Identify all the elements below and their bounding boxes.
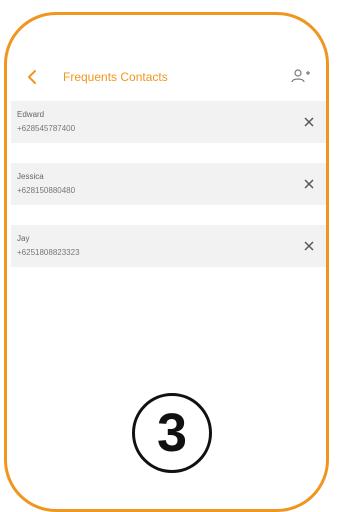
close-icon xyxy=(304,179,314,189)
app-header: Frequents Contacts xyxy=(7,65,326,91)
close-icon xyxy=(304,117,314,127)
contact-phone: +628150880480 xyxy=(17,186,76,195)
add-contact-button[interactable] xyxy=(290,67,312,87)
contact-row[interactable]: Jessica +628150880480 xyxy=(11,163,326,205)
remove-contact-button[interactable] xyxy=(301,114,317,130)
chevron-left-icon xyxy=(28,70,36,84)
contact-row[interactable]: Jay +6251808823323 xyxy=(11,225,326,267)
remove-contact-button[interactable] xyxy=(301,176,317,192)
back-button[interactable] xyxy=(23,67,43,87)
contact-phone: +628545787400 xyxy=(17,124,76,133)
page-title: Frequents Contacts xyxy=(63,70,168,84)
contact-name: Edward xyxy=(17,110,45,119)
contact-name: Jessica xyxy=(17,172,44,181)
contact-row[interactable]: Edward +628545787400 xyxy=(11,101,326,143)
contact-phone: +6251808823323 xyxy=(17,248,80,257)
step-number-badge: 3 xyxy=(132,393,212,473)
contact-list: Edward +628545787400 Jessica +6281508804… xyxy=(11,101,326,287)
add-person-icon xyxy=(291,69,310,83)
remove-contact-button[interactable] xyxy=(301,238,317,254)
close-icon xyxy=(304,241,314,251)
phone-frame: Frequents Contacts Edward +628545787400 … xyxy=(4,12,329,512)
contact-name: Jay xyxy=(17,234,30,243)
